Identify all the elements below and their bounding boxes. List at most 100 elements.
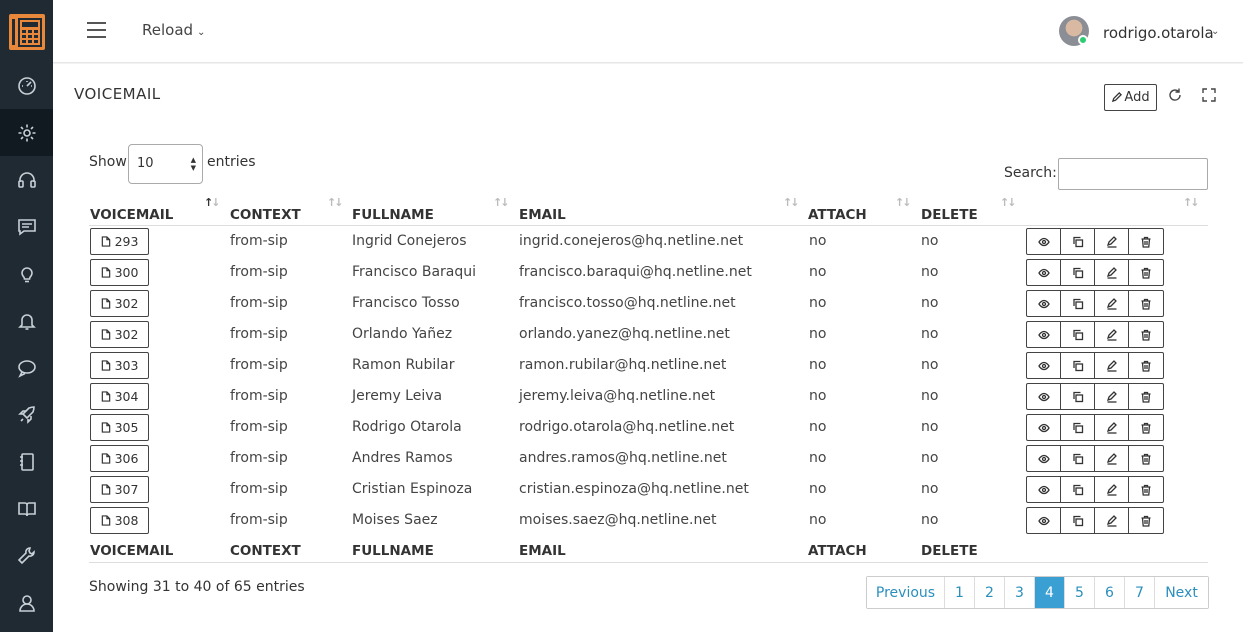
copy-icon[interactable] (1061, 477, 1095, 502)
col-header-context[interactable]: CONTEXT (230, 207, 301, 223)
col-header-attach[interactable]: ATTACH (808, 207, 867, 223)
view-icon[interactable] (1027, 291, 1061, 316)
sort-icon[interactable]: ↑↓ (895, 196, 912, 209)
app-logo[interactable] (0, 0, 53, 63)
bell-icon[interactable] (0, 297, 53, 344)
trash-icon[interactable] (1129, 229, 1163, 254)
view-icon[interactable] (1027, 415, 1061, 440)
pagination-page-5[interactable]: 5 (1065, 577, 1095, 608)
voicemail-button[interactable]: 302 (90, 321, 149, 348)
pagination-page-2[interactable]: 2 (975, 577, 1005, 608)
headset-icon[interactable] (0, 156, 53, 203)
voicemail-button[interactable]: 304 (90, 383, 149, 410)
trash-icon[interactable] (1129, 291, 1163, 316)
trash-icon[interactable] (1129, 353, 1163, 378)
sort-icon[interactable]: ↑↓ (1183, 196, 1200, 209)
row-actions (1026, 383, 1164, 410)
chat-icon[interactable] (0, 344, 53, 391)
copy-icon[interactable] (1061, 384, 1095, 409)
edit-icon[interactable] (1095, 291, 1129, 316)
trash-icon[interactable] (1129, 260, 1163, 285)
voicemail-button[interactable]: 293 (90, 228, 149, 255)
wrench-icon[interactable] (0, 532, 53, 579)
fullscreen-icon[interactable] (1201, 87, 1217, 103)
edit-icon[interactable] (1095, 477, 1129, 502)
notebook-icon[interactable] (0, 438, 53, 485)
trash-icon[interactable] (1129, 322, 1163, 347)
view-icon[interactable] (1027, 229, 1061, 254)
pagination-page-6[interactable]: 6 (1095, 577, 1125, 608)
col-header-voicemail[interactable]: VOICEMAIL (90, 207, 173, 223)
trash-icon[interactable] (1129, 446, 1163, 471)
user-icon[interactable] (0, 579, 53, 626)
trash-icon[interactable] (1129, 384, 1163, 409)
username[interactable]: rodrigo.otarola (1103, 24, 1214, 42)
sort-icon[interactable]: ↑↓ (327, 196, 344, 209)
edit-icon[interactable] (1095, 353, 1129, 378)
copy-icon[interactable] (1061, 415, 1095, 440)
book-icon[interactable] (0, 485, 53, 532)
copy-icon[interactable] (1061, 322, 1095, 347)
edit-icon[interactable] (1095, 415, 1129, 440)
copy-icon[interactable] (1061, 508, 1095, 533)
view-icon[interactable] (1027, 508, 1061, 533)
pagination-page-4[interactable]: 4 (1035, 577, 1065, 608)
trash-icon[interactable] (1129, 477, 1163, 502)
user-menu-chevron-icon[interactable]: ⌄ (1211, 26, 1219, 37)
edit-icon[interactable] (1095, 384, 1129, 409)
trash-icon[interactable] (1129, 508, 1163, 533)
sort-icon[interactable]: ↑↓ (1000, 196, 1017, 209)
copy-icon[interactable] (1061, 291, 1095, 316)
edit-icon[interactable] (1095, 508, 1129, 533)
dashboard-icon[interactable] (0, 62, 53, 109)
menu-toggle-icon[interactable] (87, 22, 106, 38)
pagination-page-7[interactable]: 7 (1125, 577, 1155, 608)
view-icon[interactable] (1027, 446, 1061, 471)
col-header-fullname[interactable]: FULLNAME (352, 207, 434, 223)
voicemail-button[interactable]: 300 (90, 259, 149, 286)
table-row: 302 from-sip Orlando Yañez orlando.yanez@hq… (89, 319, 1208, 350)
main-panel: VOICEMAIL Add Show 10 ▲ ▼ entries Search:… (53, 64, 1243, 632)
copy-icon[interactable] (1061, 229, 1095, 254)
sidebar (0, 0, 53, 632)
copy-icon[interactable] (1061, 353, 1095, 378)
col-header-email[interactable]: EMAIL (519, 207, 566, 223)
pagination-previous[interactable]: Previous (867, 577, 945, 608)
reload-dropdown[interactable]: Reload ⌄ (142, 21, 205, 39)
view-icon[interactable] (1027, 322, 1061, 347)
sort-icon[interactable]: ↑↓ (493, 196, 510, 209)
edit-icon[interactable] (1095, 446, 1129, 471)
page-length-select[interactable]: 10 ▲ ▼ (128, 144, 203, 184)
edit-icon[interactable] (1095, 322, 1129, 347)
file-icon (101, 422, 110, 433)
view-icon[interactable] (1027, 384, 1061, 409)
delete-cell: no (921, 264, 939, 280)
copy-icon[interactable] (1061, 260, 1095, 285)
add-button[interactable]: Add (1104, 84, 1157, 111)
sort-icon[interactable]: ↑↓ (783, 196, 800, 209)
voicemail-button[interactable]: 303 (90, 352, 149, 379)
view-icon[interactable] (1027, 353, 1061, 378)
refresh-icon[interactable] (1167, 87, 1183, 103)
voicemail-button[interactable]: 306 (90, 445, 149, 472)
trash-icon[interactable] (1129, 415, 1163, 440)
message-icon[interactable] (0, 203, 53, 250)
voicemail-button[interactable]: 305 (90, 414, 149, 441)
search-input[interactable] (1058, 158, 1208, 190)
voicemail-button[interactable]: 308 (90, 507, 149, 534)
view-icon[interactable] (1027, 260, 1061, 285)
lightbulb-icon[interactable] (0, 250, 53, 297)
voicemail-button[interactable]: 302 (90, 290, 149, 317)
sort-asc-icon[interactable]: ↑↓ (204, 196, 221, 209)
pagination-page-3[interactable]: 3 (1005, 577, 1035, 608)
view-icon[interactable] (1027, 477, 1061, 502)
pagination-next[interactable]: Next (1155, 577, 1208, 608)
voicemail-button[interactable]: 307 (90, 476, 149, 503)
settings-icon[interactable] (0, 109, 53, 156)
edit-icon[interactable] (1095, 229, 1129, 254)
col-header-delete[interactable]: DELETE (921, 207, 978, 223)
rocket-icon[interactable] (0, 391, 53, 438)
edit-icon[interactable] (1095, 260, 1129, 285)
pagination-page-1[interactable]: 1 (945, 577, 975, 608)
copy-icon[interactable] (1061, 446, 1095, 471)
